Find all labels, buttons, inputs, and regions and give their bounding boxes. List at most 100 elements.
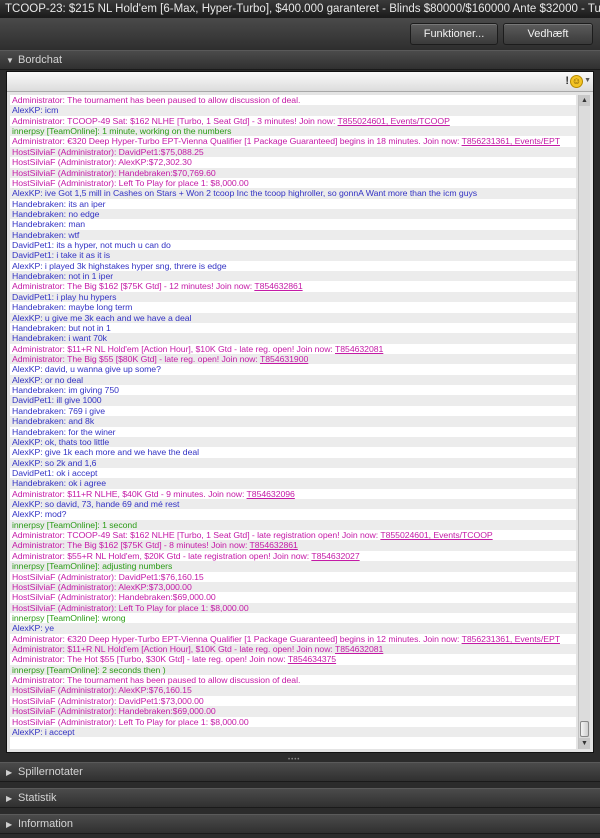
chat-message-text: AlexKP: u give me 3k each and we have a … (12, 312, 192, 323)
chat-message: Administrator: The tournament has been p… (10, 675, 576, 685)
chat-message-text: AlexKP: ive Got 1,5 mill in Cashes on St… (12, 188, 478, 199)
chat-message: Administrator: €320 Deep Hyper-Turbo EPT… (10, 634, 576, 644)
chat-message: HostSilviaF (Administrator): DavidPet1:$… (10, 146, 576, 158)
tournament-link[interactable]: T854632096 (247, 489, 295, 499)
tournament-link[interactable]: T854632861 (254, 281, 302, 291)
chat-message: innerpsy [TeamOnline]: 1 second (10, 519, 576, 531)
section-spillernotater[interactable]: ▶ Spillernotater (0, 762, 600, 782)
scroll-up-icon[interactable]: ▲ (579, 95, 590, 106)
section-spillernotater-label: Spillernotater (18, 766, 83, 778)
chat-message: AlexKP: ye (10, 623, 576, 634)
chat-message-text: Administrator: The tournament has been p… (12, 95, 301, 105)
chat-message-text: HostSilviaF (Administrator): Handebraken… (12, 706, 216, 717)
chat-message-text: DavidPet1: ill give 1000 (12, 395, 102, 406)
chat-message-text: Handebraken: for the winer (12, 426, 116, 437)
scroll-thumb[interactable] (580, 721, 589, 737)
chat-message-text: DavidPet1: i play hu hypers (12, 291, 117, 302)
chat-message-text: Administrator: The Hot $55 [Turbo, $30K … (12, 654, 288, 665)
chat-message-text: Handebraken: no edge (12, 208, 100, 219)
chat-message-text: Handebraken: man (12, 219, 86, 230)
chat-message-text: innerpsy [TeamOnline]: 1 second (12, 519, 137, 530)
chat-message-text: innerpsy [TeamOnline]: 2 seconds then ) (12, 664, 166, 675)
tournament-link[interactable]: T854634375 (288, 654, 336, 664)
chat-message: Handebraken: im giving 750 (10, 385, 576, 395)
chat-message-text: HostSilviaF (Administrator): Left To Pla… (12, 602, 249, 613)
triangle-right-icon: ▶ (6, 794, 13, 803)
chat-message-text: HostSilviaF (Administrator): DavidPet1:$… (12, 571, 204, 582)
chat-message-text: Handebraken: i want 70k (12, 333, 107, 344)
chat-message-text: AlexKP: so 2k and 1,6 (12, 457, 97, 468)
tournament-link[interactable]: T855024601, Events/TCOOP (380, 530, 492, 540)
chat-message-text: innerpsy [TeamOnline]: adjusting numbers (12, 561, 173, 572)
tournament-link[interactable]: T854632861 (250, 540, 298, 550)
section-statistik[interactable]: ▶ Statistik (0, 788, 600, 808)
chat-message-text: HostSilviaF (Administrator): DavidPet1:$… (12, 146, 204, 157)
funktioner-button[interactable]: Funktioner... (410, 23, 498, 45)
chat-message: innerpsy [TeamOnline]: 2 seconds then ) (10, 664, 576, 676)
chat-message-text: HostSilviaF (Administrator): Handebraken… (12, 167, 216, 178)
section-bordchat[interactable]: ▼ Bordchat (0, 50, 600, 70)
chat-message-text: AlexKP: i accept (12, 726, 75, 737)
tournament-link[interactable]: T856231361, Events/EPT (462, 136, 560, 146)
tournament-link[interactable]: T854632081 (335, 344, 383, 354)
chat-message: innerpsy [TeamOnline]: adjusting numbers (10, 561, 576, 572)
chat-message: Administrator: TCOOP-49 Sat: $162 NLHE [… (10, 116, 576, 126)
tournament-link[interactable]: T854631900 (260, 354, 308, 364)
chat-scrollbar[interactable]: ▲ ▼ (578, 95, 590, 749)
chat-message-text: Handebraken: and 8k (12, 416, 95, 427)
smiley-icon[interactable]: ☺ (570, 75, 583, 88)
section-information-label: Information (18, 818, 74, 830)
chat-message: AlexKP: i accept (10, 726, 576, 738)
chat-panel: ! ☺ ▼ Administrator: The tournament has … (6, 71, 594, 753)
chat-message: Administrator: The Big $55 [$80K Gtd] - … (10, 353, 576, 365)
chat-message-text: Administrator: The tournament has been p… (12, 675, 301, 686)
chat-message-text: Administrator: The Big $55 [$80K Gtd] - … (12, 353, 260, 364)
chat-message: HostSilviaF (Administrator): AlexKP:$73,… (10, 581, 576, 593)
chat-message-text: Handebraken: but not in 1 (12, 322, 111, 333)
chat-message-text: Administrator: €320 Deep Hyper-Turbo EPT… (12, 633, 462, 644)
chat-message: HostSilviaF (Administrator): Left To Pla… (10, 717, 576, 727)
chat-options-bar: ! ☺ ▼ (7, 72, 593, 92)
section-information[interactable]: ▶ Information (0, 814, 600, 834)
chat-message: Handebraken: man (10, 219, 576, 229)
chat-message: Handebraken: wtf (10, 229, 576, 241)
section-statistik-label: Statistik (18, 792, 57, 804)
chat-message-text: Administrator: TCOOP-49 Sat: $162 NLHE [… (12, 115, 338, 126)
chat-message: Handebraken: ok i agree (10, 478, 576, 489)
tournament-link[interactable]: T856231361, Events/EPT (462, 634, 560, 644)
tournament-link[interactable]: T854632027 (311, 551, 359, 561)
chat-message: Handebraken: 769 i give (10, 406, 576, 416)
chat-message: Administrator: €320 Deep Hyper-Turbo EPT… (10, 136, 576, 146)
chat-message-text: Administrator: $11+R NLHE, $40K Gtd - 9 … (12, 488, 247, 499)
chat-message: Handebraken: for the winer (10, 427, 576, 437)
chat-message: AlexKP: so david, 73, hande 69 and mé re… (10, 499, 576, 510)
tournament-link[interactable]: T855024601, Events/TCOOP (338, 116, 450, 126)
chat-message-text: Administrator: The Big $162 [$75K Gtd] -… (12, 540, 250, 551)
chat-message: HostSilviaF (Administrator): Handebraken… (10, 706, 576, 717)
tournament-link[interactable]: T854632081 (335, 644, 383, 654)
scroll-down-icon[interactable]: ▼ (579, 738, 590, 749)
chat-message: AlexKP: ive Got 1,5 mill in Cashes on St… (10, 188, 576, 199)
chat-message-text: AlexKP: or no deal (12, 374, 84, 385)
chat-message-text: innerpsy [TeamOnline]: 1 minute, working… (12, 126, 232, 137)
alert-icon[interactable]: ! (565, 75, 569, 87)
chat-message-text: Handebraken: wtf (12, 229, 80, 240)
chat-message: HostSilviaF (Administrator): Handebraken… (10, 167, 576, 178)
chat-message-text: HostSilviaF (Administrator): Left To Pla… (12, 177, 249, 188)
chat-message: Administrator: The Hot $55 [Turbo, $30K … (10, 654, 576, 664)
vedhaeft-button[interactable]: Vedhæft (503, 23, 593, 45)
chat-message: AlexKP: u give me 3k each and we have a … (10, 312, 576, 323)
chat-message-text: Handebraken: 769 i give (12, 405, 106, 416)
chevron-down-icon[interactable]: ▼ (584, 77, 591, 84)
chat-message-text: Handebraken: ok i agree (12, 478, 106, 489)
chat-message: HostSilviaF (Administrator): Handebraken… (10, 592, 576, 602)
chat-message: Administrator: TCOOP-49 Sat: $162 NLHE [… (10, 530, 576, 540)
chat-message-text: AlexKP: ye (12, 623, 54, 634)
chat-message: Handebraken: and 8k (10, 416, 576, 427)
chat-message-text: DavidPet1: its a hyper, not much u can d… (12, 240, 171, 251)
chat-message: AlexKP: or no deal (10, 374, 576, 386)
chat-message: HostSilviaF (Administrator): AlexKP:$76,… (10, 685, 576, 696)
chat-message: innerpsy [TeamOnline]: wrong (10, 613, 576, 623)
chat-message: AlexKP: i played 3k highstakes hyper sng… (10, 261, 576, 271)
triangle-right-icon: ▶ (6, 820, 13, 829)
